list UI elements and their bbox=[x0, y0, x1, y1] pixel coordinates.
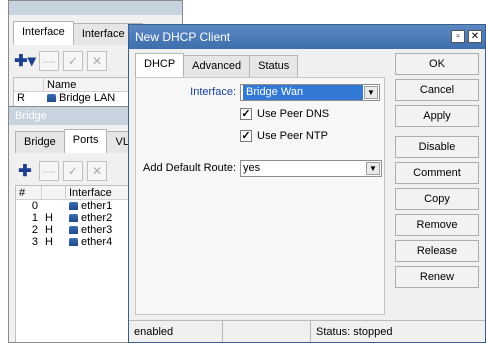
tab-dhcp[interactable]: DHCP bbox=[135, 53, 185, 77]
dropdown-arrow-icon[interactable]: ▼ bbox=[364, 86, 378, 99]
dialog-tabs: DHCP Advanced Status bbox=[135, 53, 299, 79]
tab-status[interactable]: Status bbox=[249, 55, 299, 77]
disable-icon[interactable]: ✕ bbox=[87, 51, 107, 71]
interface-label: Interface: bbox=[190, 86, 236, 98]
interface-toolbar: ✚▾ — ✓ ✕ bbox=[14, 51, 107, 71]
checkbox-checked-icon[interactable]: ✓ bbox=[240, 130, 252, 142]
interface-list-titlebar bbox=[9, 1, 182, 15]
tab-advanced[interactable]: Advanced bbox=[183, 55, 251, 77]
column-number[interactable]: # bbox=[16, 186, 42, 199]
apply-button[interactable]: Apply bbox=[395, 105, 479, 127]
bridge-tabs: Bridge Ports VLA bbox=[15, 129, 146, 155]
status-enabled: enabled bbox=[129, 321, 223, 342]
dropdown-arrow-icon[interactable]: ▼ bbox=[366, 162, 380, 175]
comment-button[interactable]: Comment bbox=[395, 162, 479, 184]
dialog-titlebar: New DHCP Client bbox=[129, 25, 485, 49]
checkbox-checked-icon[interactable]: ✓ bbox=[240, 108, 252, 120]
maximize-icon[interactable]: ▫ bbox=[451, 30, 465, 43]
status-text: Status: stopped bbox=[316, 326, 393, 338]
new-dhcp-client-dialog: New DHCP Client ▫ ✕ DHCP Advanced Status… bbox=[128, 24, 486, 343]
use-peer-dns-checkbox[interactable]: ✓ Use Peer DNS bbox=[240, 108, 329, 120]
disable-icon[interactable]: ✕ bbox=[87, 161, 107, 181]
remove-icon[interactable]: — bbox=[39, 51, 59, 71]
port-icon bbox=[69, 202, 78, 210]
use-peer-ntp-label: Use Peer NTP bbox=[257, 130, 328, 142]
add-icon[interactable]: ✚ bbox=[15, 161, 35, 181]
default-route-value: yes bbox=[243, 162, 261, 174]
default-route-label: Add Default Route: bbox=[143, 162, 236, 174]
enable-icon[interactable]: ✓ bbox=[63, 161, 83, 181]
interface-tabs: Interface Interface L bbox=[13, 21, 143, 47]
port-icon bbox=[69, 226, 78, 234]
copy-button[interactable]: Copy bbox=[395, 188, 479, 210]
tab-ports[interactable]: Ports bbox=[63, 129, 108, 153]
default-route-select[interactable]: yes ▼ bbox=[240, 160, 382, 177]
remove-icon[interactable]: — bbox=[39, 161, 59, 181]
interface-select[interactable]: Bridge Wan ▼ bbox=[240, 84, 380, 101]
use-peer-dns-label: Use Peer DNS bbox=[257, 108, 330, 120]
port-icon bbox=[69, 238, 78, 246]
remove-button[interactable]: Remove bbox=[395, 214, 479, 236]
add-icon[interactable]: ✚▾ bbox=[14, 51, 35, 71]
close-icon[interactable]: ✕ bbox=[468, 30, 482, 43]
release-button[interactable]: Release bbox=[395, 240, 479, 262]
cancel-button[interactable]: Cancel bbox=[395, 79, 479, 101]
dhcp-panel: Interface: Bridge Wan ▼ ✓ Use Peer DNS ✓… bbox=[135, 77, 385, 315]
dialog-title: New DHCP Client bbox=[135, 30, 231, 44]
ok-button[interactable]: OK bbox=[395, 53, 479, 75]
enable-icon[interactable]: ✓ bbox=[63, 51, 83, 71]
tab-bridge[interactable]: Bridge bbox=[15, 131, 65, 153]
use-peer-ntp-checkbox[interactable]: ✓ Use Peer NTP bbox=[240, 130, 328, 142]
port-icon bbox=[69, 214, 78, 222]
interface-value: Bridge Wan bbox=[243, 85, 363, 100]
bridge-icon bbox=[47, 94, 56, 102]
status-bar: enabled Status: stopped bbox=[129, 320, 485, 342]
bridge-toolbar: ✚ — ✓ ✕ bbox=[15, 161, 107, 181]
renew-button[interactable]: Renew bbox=[395, 266, 479, 288]
tab-interface[interactable]: Interface bbox=[13, 21, 74, 45]
disable-button[interactable]: Disable bbox=[395, 136, 479, 158]
